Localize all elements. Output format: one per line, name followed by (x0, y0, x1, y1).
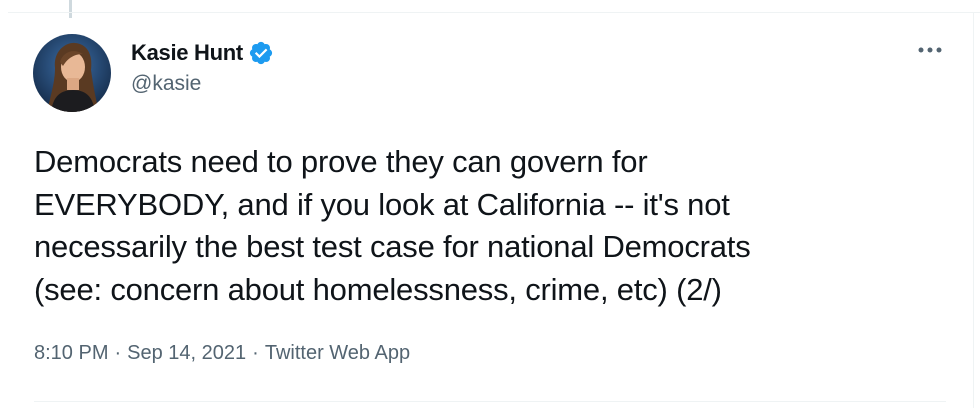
avatar[interactable] (33, 34, 111, 112)
name-row: Kasie Hunt (131, 38, 274, 68)
user-handle[interactable]: @kasie (131, 72, 274, 96)
tweet-text: Democrats need to prove they can govern … (34, 141, 954, 311)
tweet-text-line: (see: concern about homelessness, crime,… (34, 271, 722, 307)
tweet-time[interactable]: 8:10 PM (34, 342, 108, 364)
more-options-button[interactable] (910, 38, 950, 62)
tweet-card: Kasie Hunt @kasie Democrats need to prov… (0, 0, 980, 408)
tweet-metadata: 8:10 PM · Sep 14, 2021 · Twitter Web App (34, 342, 410, 365)
card-bottom-border (34, 401, 946, 402)
more-horizontal-icon (918, 47, 942, 53)
meta-separator: · (114, 342, 122, 364)
tweet-date[interactable]: Sep 14, 2021 (127, 342, 246, 364)
profile-photo-icon (33, 34, 111, 112)
verified-badge-icon (249, 41, 273, 65)
tweet-text-line: Democrats need to prove they can govern … (34, 144, 648, 179)
tweet-text-line: necessarily the best test case for natio… (34, 229, 751, 264)
meta-separator: · (252, 342, 259, 364)
card-right-border (973, 12, 974, 408)
card-top-border (8, 12, 980, 13)
tweet-source[interactable]: Twitter Web App (265, 342, 410, 364)
tweet-text-line: EVERYBODY, and if you look at California… (34, 186, 730, 222)
display-name[interactable]: Kasie Hunt (131, 40, 243, 66)
author-block: Kasie Hunt @kasie (131, 38, 274, 96)
thread-connector-line (69, 0, 72, 18)
